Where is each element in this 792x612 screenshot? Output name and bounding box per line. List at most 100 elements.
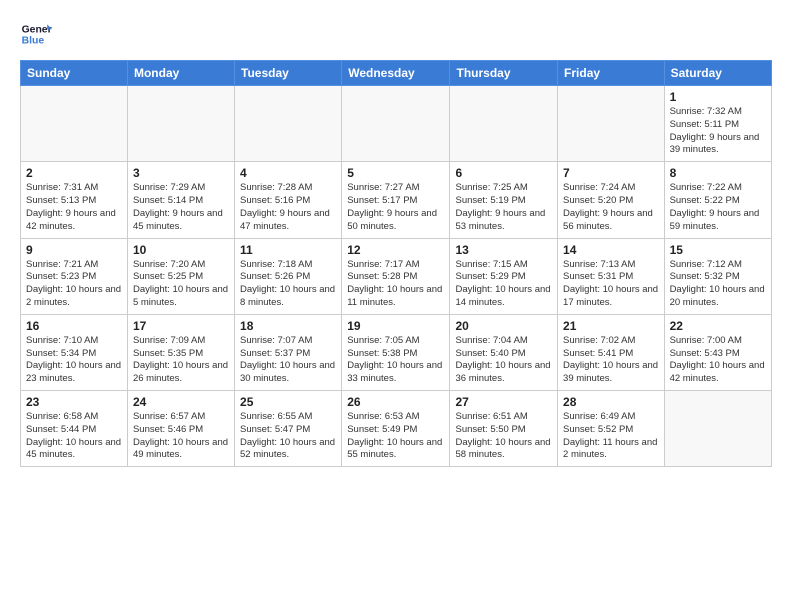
day-cell: 25 Sunrise: 6:55 AM Sunset: 5:47 PM Dayli…: [235, 391, 342, 467]
day-cell: 26 Sunrise: 6:53 AM Sunset: 5:49 PM Dayli…: [342, 391, 450, 467]
day-info: Sunrise: 7:05 AM Sunset: 5:38 PM Dayligh…: [347, 335, 444, 386]
day-number: 7: [563, 166, 659, 180]
day-number: 13: [455, 243, 552, 257]
day-info: Sunrise: 7:09 AM Sunset: 5:35 PM Dayligh…: [133, 335, 229, 386]
day-number: 26: [347, 395, 444, 409]
week-row-3: 16 Sunrise: 7:10 AM Sunset: 5:34 PM Dayli…: [21, 314, 772, 390]
col-header-sunday: Sunday: [21, 61, 128, 86]
week-row-1: 2Sunrise: 7:31 AM Sunset: 5:13 PM Daylig…: [21, 162, 772, 238]
day-info: Sunrise: 7:02 AM Sunset: 5:41 PM Dayligh…: [563, 335, 659, 386]
day-number: 25: [240, 395, 336, 409]
day-info: Sunrise: 7:29 AM Sunset: 5:14 PM Dayligh…: [133, 182, 229, 233]
day-info: Sunrise: 7:32 AM Sunset: 5:11 PM Dayligh…: [670, 106, 766, 157]
day-cell: [342, 86, 450, 162]
day-cell: 19 Sunrise: 7:05 AM Sunset: 5:38 PM Dayli…: [342, 314, 450, 390]
day-number: 23: [26, 395, 122, 409]
day-info: Sunrise: 7:28 AM Sunset: 5:16 PM Dayligh…: [240, 182, 336, 233]
day-info: Sunrise: 7:04 AM Sunset: 5:40 PM Dayligh…: [455, 335, 552, 386]
day-cell: [664, 391, 771, 467]
day-number: 18: [240, 319, 336, 333]
day-cell: 10Sunrise: 7:20 AM Sunset: 5:25 PM Dayli…: [127, 238, 234, 314]
day-number: 3: [133, 166, 229, 180]
logo: General Blue: [20, 18, 52, 50]
day-cell: 1 Sunrise: 7:32 AM Sunset: 5:11 PM Daylig…: [664, 86, 771, 162]
week-row-2: 9 Sunrise: 7:21 AM Sunset: 5:23 PM Daylig…: [21, 238, 772, 314]
day-number: 14: [563, 243, 659, 257]
day-info: Sunrise: 7:12 AM Sunset: 5:32 PM Dayligh…: [670, 259, 766, 310]
day-cell: 22Sunrise: 7:00 AM Sunset: 5:43 PM Dayli…: [664, 314, 771, 390]
day-info: Sunrise: 7:27 AM Sunset: 5:17 PM Dayligh…: [347, 182, 444, 233]
day-cell: 17 Sunrise: 7:09 AM Sunset: 5:35 PM Dayli…: [127, 314, 234, 390]
day-info: Sunrise: 7:18 AM Sunset: 5:26 PM Dayligh…: [240, 259, 336, 310]
day-cell: 9 Sunrise: 7:21 AM Sunset: 5:23 PM Daylig…: [21, 238, 128, 314]
day-number: 19: [347, 319, 444, 333]
day-number: 6: [455, 166, 552, 180]
day-info: Sunrise: 6:55 AM Sunset: 5:47 PM Dayligh…: [240, 411, 336, 462]
day-cell: 5 Sunrise: 7:27 AM Sunset: 5:17 PM Daylig…: [342, 162, 450, 238]
day-cell: 7 Sunrise: 7:24 AM Sunset: 5:20 PM Daylig…: [558, 162, 665, 238]
day-info: Sunrise: 7:10 AM Sunset: 5:34 PM Dayligh…: [26, 335, 122, 386]
day-cell: [450, 86, 558, 162]
day-info: Sunrise: 6:49 AM Sunset: 5:52 PM Dayligh…: [563, 411, 659, 462]
day-cell: [235, 86, 342, 162]
day-cell: [127, 86, 234, 162]
day-cell: 18 Sunrise: 7:07 AM Sunset: 5:37 PM Dayli…: [235, 314, 342, 390]
day-number: 17: [133, 319, 229, 333]
day-cell: 12Sunrise: 7:17 AM Sunset: 5:28 PM Dayli…: [342, 238, 450, 314]
day-cell: 23 Sunrise: 6:58 AM Sunset: 5:44 PM Dayli…: [21, 391, 128, 467]
day-number: 10: [133, 243, 229, 257]
day-info: Sunrise: 7:25 AM Sunset: 5:19 PM Dayligh…: [455, 182, 552, 233]
day-cell: 16 Sunrise: 7:10 AM Sunset: 5:34 PM Dayli…: [21, 314, 128, 390]
day-info: Sunrise: 7:07 AM Sunset: 5:37 PM Dayligh…: [240, 335, 336, 386]
day-info: Sunrise: 6:57 AM Sunset: 5:46 PM Dayligh…: [133, 411, 229, 462]
day-number: 9: [26, 243, 122, 257]
page: General Blue SundayMondayTuesdayWednesda…: [0, 0, 792, 485]
col-header-friday: Friday: [558, 61, 665, 86]
day-info: Sunrise: 6:53 AM Sunset: 5:49 PM Dayligh…: [347, 411, 444, 462]
day-cell: [558, 86, 665, 162]
day-cell: 3 Sunrise: 7:29 AM Sunset: 5:14 PM Daylig…: [127, 162, 234, 238]
day-cell: 21 Sunrise: 7:02 AM Sunset: 5:41 PM Dayli…: [558, 314, 665, 390]
day-info: Sunrise: 7:17 AM Sunset: 5:28 PM Dayligh…: [347, 259, 444, 310]
day-number: 20: [455, 319, 552, 333]
day-info: Sunrise: 7:24 AM Sunset: 5:20 PM Dayligh…: [563, 182, 659, 233]
day-number: 2: [26, 166, 122, 180]
week-row-0: 1 Sunrise: 7:32 AM Sunset: 5:11 PM Daylig…: [21, 86, 772, 162]
svg-text:Blue: Blue: [22, 36, 45, 47]
day-info: Sunrise: 6:51 AM Sunset: 5:50 PM Dayligh…: [455, 411, 552, 462]
day-number: 11: [240, 243, 336, 257]
day-cell: 14Sunrise: 7:13 AM Sunset: 5:31 PM Dayli…: [558, 238, 665, 314]
day-number: 8: [670, 166, 766, 180]
day-cell: 15 Sunrise: 7:12 AM Sunset: 5:32 PM Dayli…: [664, 238, 771, 314]
day-number: 27: [455, 395, 552, 409]
day-cell: [21, 86, 128, 162]
day-cell: 4 Sunrise: 7:28 AM Sunset: 5:16 PM Daylig…: [235, 162, 342, 238]
day-number: 24: [133, 395, 229, 409]
day-info: Sunrise: 6:58 AM Sunset: 5:44 PM Dayligh…: [26, 411, 122, 462]
header-row: SundayMondayTuesdayWednesdayThursdayFrid…: [21, 61, 772, 86]
col-header-wednesday: Wednesday: [342, 61, 450, 86]
week-row-4: 23 Sunrise: 6:58 AM Sunset: 5:44 PM Dayli…: [21, 391, 772, 467]
day-number: 4: [240, 166, 336, 180]
day-number: 15: [670, 243, 766, 257]
col-header-saturday: Saturday: [664, 61, 771, 86]
day-info: Sunrise: 7:21 AM Sunset: 5:23 PM Dayligh…: [26, 259, 122, 310]
day-number: 16: [26, 319, 122, 333]
day-info: Sunrise: 7:22 AM Sunset: 5:22 PM Dayligh…: [670, 182, 766, 233]
day-cell: 27 Sunrise: 6:51 AM Sunset: 5:50 PM Dayli…: [450, 391, 558, 467]
day-number: 5: [347, 166, 444, 180]
day-cell: 20 Sunrise: 7:04 AM Sunset: 5:40 PM Dayli…: [450, 314, 558, 390]
day-cell: 2Sunrise: 7:31 AM Sunset: 5:13 PM Daylig…: [21, 162, 128, 238]
day-cell: 8 Sunrise: 7:22 AM Sunset: 5:22 PM Daylig…: [664, 162, 771, 238]
day-cell: 28Sunrise: 6:49 AM Sunset: 5:52 PM Dayli…: [558, 391, 665, 467]
day-cell: 13 Sunrise: 7:15 AM Sunset: 5:29 PM Dayli…: [450, 238, 558, 314]
day-cell: 6 Sunrise: 7:25 AM Sunset: 5:19 PM Daylig…: [450, 162, 558, 238]
col-header-thursday: Thursday: [450, 61, 558, 86]
logo-icon: General Blue: [20, 18, 52, 50]
calendar-table: SundayMondayTuesdayWednesdayThursdayFrid…: [20, 60, 772, 467]
col-header-monday: Monday: [127, 61, 234, 86]
day-number: 1: [670, 90, 766, 104]
day-number: 21: [563, 319, 659, 333]
day-info: Sunrise: 7:15 AM Sunset: 5:29 PM Dayligh…: [455, 259, 552, 310]
day-number: 22: [670, 319, 766, 333]
